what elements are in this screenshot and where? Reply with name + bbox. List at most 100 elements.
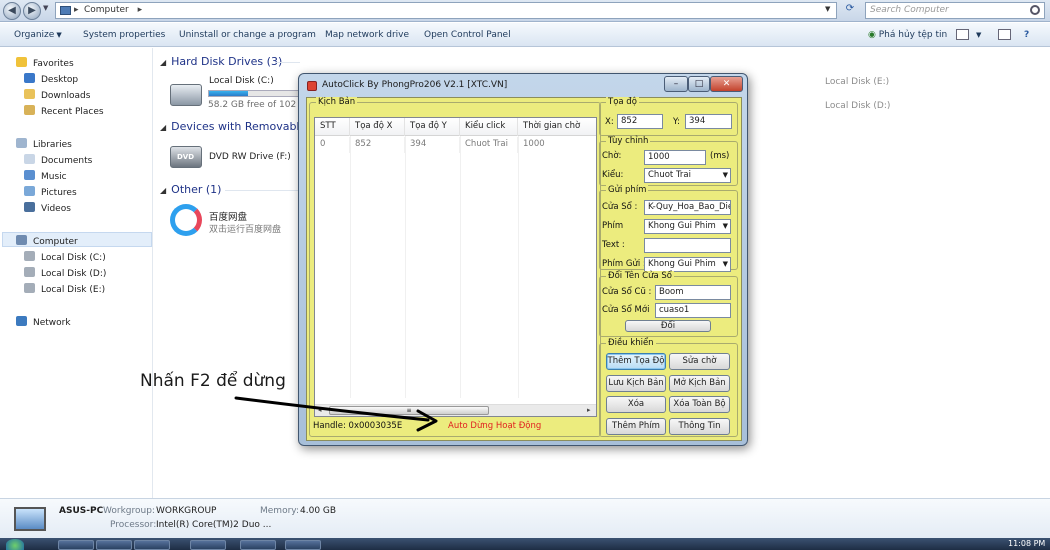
music-icon [24,170,35,180]
taskbar-autoclick-icon[interactable] [285,540,321,550]
nav-videos[interactable]: Videos [24,202,71,216]
column-header[interactable]: Tọa độ X [350,118,405,136]
collapse-icon: ◢ [160,58,167,67]
back-icon[interactable]: ◀ [3,2,21,20]
nav-desktop[interactable]: Desktop [24,73,78,87]
column-header[interactable]: Kiểu click [460,118,518,136]
column-header[interactable]: Tọa độ Y [405,118,460,136]
network-icon [16,316,27,326]
script-listview[interactable]: STT Tọa độ X Tọa độ Y Kiểu click Thời gi… [314,117,597,417]
rename-button[interactable]: Đổi [625,320,711,332]
delete-button[interactable]: Xóa [606,396,666,413]
breadcrumb-chevron-icon[interactable]: ▸ [138,5,143,15]
local-disk-e-label[interactable]: Local Disk (E:) [825,77,889,87]
recent-pages-dropdown-icon[interactable]: ▼ [43,4,48,12]
preview-pane-icon[interactable] [998,29,1011,40]
old-window-field[interactable]: Boom [655,285,731,300]
local-disk-d-label[interactable]: Local Disk (D:) [825,101,890,111]
scroll-left-icon[interactable]: ◂ [318,405,322,416]
horizontal-scrollbar[interactable]: ◂ ≡ ▸ [315,404,596,416]
add-key-button[interactable]: Thêm Phím [606,418,666,435]
search-input[interactable]: Search Computer [865,2,1045,19]
nav-network[interactable]: Network [16,316,71,330]
taskbar-app-icon[interactable] [190,540,226,550]
collapse-icon: ◢ [160,186,167,195]
view-dropdown-icon[interactable]: ▼ [974,30,981,40]
save-script-button[interactable]: Lưu Kịch Bản [606,375,666,392]
hdd-group-header[interactable]: ◢ Hard Disk Drives (3) [160,55,282,68]
refresh-icon[interactable]: ⟳ [843,3,857,18]
handle-label: Handle: 0x0003035E [313,421,403,431]
nav-music[interactable]: Music [24,170,67,184]
desktop-icon [24,73,35,83]
target-window-field[interactable]: K-Quy_Hoa_Bao_Dien [644,200,731,215]
nav-libraries[interactable]: Libraries [16,138,72,152]
new-window-field[interactable]: cuaso1 [655,303,731,318]
taskbar-ie-icon[interactable] [58,540,94,550]
address-input[interactable]: ▸ Computer ▸ [55,2,837,19]
maximize-button[interactable]: □ [688,76,710,92]
column-header[interactable]: STT [315,118,350,136]
grid-line [405,136,406,398]
taskbar-media-icon[interactable] [134,540,170,550]
nav-disk-d[interactable]: Local Disk (D:) [24,267,106,281]
local-disk-c-label[interactable]: Local Disk (C:) [209,76,274,86]
system-properties-button[interactable]: System properties [83,30,165,40]
wait-field[interactable]: 1000 [644,150,706,165]
nav-favorites[interactable]: Favorites [16,57,74,71]
organize-label: Organize [14,30,55,40]
scroll-right-icon[interactable]: ▸ [587,405,591,416]
taskbar-clock[interactable]: 11:08 PM [1008,539,1045,548]
search-icon[interactable] [1030,5,1040,15]
rename-group: Đổi Tên Cửa Sổ Cửa Sổ Cũ : Boom Cửa Sổ M… [599,271,738,337]
nav-computer[interactable]: Computer [16,235,78,249]
close-button[interactable]: ✕ [710,76,743,92]
breadcrumb-separator-icon[interactable]: ▸ [74,3,79,18]
control-panel-button[interactable]: Open Control Panel [424,30,511,40]
edit-wait-button[interactable]: Sửa chờ [669,353,730,370]
baidu-cloud-icon[interactable] [170,204,202,236]
taskbar-explorer-icon[interactable] [96,540,132,550]
dvd-drive-icon[interactable]: DVD [170,146,202,168]
baidu-title[interactable]: 百度网盘 [209,209,247,223]
organize-button[interactable]: Organize ▼ [14,30,62,40]
click-type-select[interactable]: Chuot Trai ▼ [644,168,731,183]
info-button[interactable]: Thông Tin [669,418,730,435]
other-group-header[interactable]: ◢ Other (1) [160,183,221,196]
destroy-file-button[interactable]: ◉ Phá hủy tệp tin [868,30,947,40]
add-coord-button[interactable]: Thêm Tọa Độ [606,353,666,370]
breadcrumb-computer[interactable]: Computer [84,5,129,15]
address-dropdown-icon[interactable]: ▼ [825,5,830,13]
forward-icon[interactable]: ▶ [23,2,41,20]
collapse-icon: ◢ [160,123,167,132]
hard-drive-icon[interactable] [170,84,202,106]
send-key-select[interactable]: Khong Gui Phim ▼ [644,257,731,272]
key-value: Khong Gui Phim [648,221,716,231]
map-drive-button[interactable]: Map network drive [325,30,409,40]
nav-documents[interactable]: Documents [24,154,92,168]
dvd-drive-label[interactable]: DVD RW Drive (F:) [209,152,291,162]
help-icon[interactable]: ? [1024,30,1029,40]
nav-disk-c[interactable]: Local Disk (C:) [24,251,106,265]
nav-recent-places[interactable]: Recent Places [24,105,104,119]
grid-line [460,136,461,398]
scroll-thumb[interactable]: ≡ [329,406,489,415]
send-key-value: Khong Gui Phim [648,259,716,269]
open-script-button[interactable]: Mở Kịch Bản [669,375,730,392]
key-select[interactable]: Khong Gui Phim ▼ [644,219,731,234]
y-field[interactable]: 394 [685,114,732,129]
start-button-icon[interactable] [6,539,24,550]
x-field[interactable]: 852 [617,114,663,129]
column-header[interactable]: Thời gian chờ [518,118,596,136]
delete-all-button[interactable]: Xóa Toàn Bộ [669,396,730,413]
minimize-button[interactable]: – [664,76,688,92]
uninstall-button[interactable]: Uninstall or change a program [179,30,316,40]
nav-pictures[interactable]: Pictures [24,186,77,200]
nav-disk-e[interactable]: Local Disk (E:) [24,283,105,297]
table-row[interactable]: 0 852 394 Chuot Trai 1000 [315,137,596,153]
text-field[interactable] [644,238,731,253]
taskbar-app-icon[interactable] [240,540,276,550]
change-view-icon[interactable] [956,29,969,40]
nav-downloads[interactable]: Downloads [24,89,90,103]
click-type-label: Kiểu: [602,170,624,180]
